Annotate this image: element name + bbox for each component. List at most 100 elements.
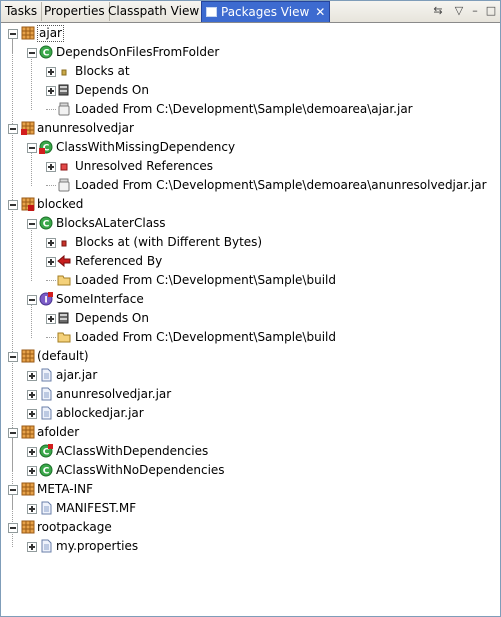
tab-properties[interactable]: Properties xyxy=(40,2,110,21)
expand-toggle-icon[interactable] xyxy=(46,86,56,96)
error-dot-icon xyxy=(57,159,71,173)
tree-row[interactable]: anunresolvedjar.jar xyxy=(1,385,500,404)
expand-toggle-icon[interactable] xyxy=(46,238,56,248)
tree-row[interactable]: Depends On xyxy=(1,81,500,100)
file-icon xyxy=(39,368,53,382)
tree-item-label: ajar xyxy=(37,25,64,42)
tree-row[interactable]: (default) xyxy=(1,347,500,366)
tree-item-label: Loaded From C:\Development\Sample\demoar… xyxy=(75,178,487,192)
collapse-toggle-icon[interactable] xyxy=(8,124,18,134)
expand-toggle-icon[interactable] xyxy=(46,314,56,324)
tree-item-label: ClassWithMissingDependency xyxy=(56,140,236,154)
tree-row[interactable]: C BlocksALaterClass xyxy=(1,214,500,233)
tree-row[interactable]: ablockedjar.jar xyxy=(1,404,500,423)
collapse-toggle-icon[interactable] xyxy=(8,523,18,533)
tree-row[interactable]: MANIFEST.MF xyxy=(1,499,500,518)
tree-row[interactable]: Loaded From C:\Development\Sample\build xyxy=(1,328,500,347)
tree-row[interactable]: Unresolved References xyxy=(1,157,500,176)
collapse-toggle-icon[interactable] xyxy=(27,143,37,153)
tree-row[interactable]: anunresolvedjar xyxy=(1,119,500,138)
tree-row[interactable]: Loaded From C:\Development\Sample\demoar… xyxy=(1,176,500,195)
expand-toggle-icon[interactable] xyxy=(27,447,37,457)
tree-row[interactable]: Loaded From C:\Development\Sample\build xyxy=(1,271,500,290)
package-icon xyxy=(21,26,35,40)
folder-icon xyxy=(57,330,71,344)
red-arrow-icon xyxy=(57,254,71,268)
tree-row[interactable]: blocked xyxy=(1,195,500,214)
tree-row[interactable]: Blocks at (with Different Bytes) xyxy=(1,233,500,252)
jar-icon xyxy=(57,102,71,116)
expand-toggle-icon[interactable] xyxy=(27,466,37,476)
tree-row[interactable]: afolder xyxy=(1,423,500,442)
minimize-icon[interactable]: – xyxy=(467,3,483,19)
class-warn-icon: C xyxy=(39,444,53,458)
folder-icon xyxy=(57,273,71,287)
expand-toggle-icon[interactable] xyxy=(27,371,37,381)
tree-connector-line xyxy=(46,109,56,110)
collapse-toggle-icon[interactable] xyxy=(27,219,37,229)
expand-toggle-icon[interactable] xyxy=(27,390,37,400)
tree-connector-line xyxy=(46,280,56,281)
tree-row[interactable]: ajar xyxy=(1,24,500,43)
view-menu-icon[interactable]: ▽ xyxy=(451,3,467,19)
tree-row[interactable]: C ClassWithMissingDependency xyxy=(1,138,500,157)
expand-toggle-icon[interactable] xyxy=(46,257,56,267)
package-icon xyxy=(21,482,35,496)
tab-packages-view[interactable]: Packages View ✕ xyxy=(201,1,331,23)
tree-row[interactable]: my.properties xyxy=(1,537,500,556)
collapse-toggle-icon[interactable] xyxy=(27,295,37,305)
svg-text:C: C xyxy=(43,49,50,59)
red-dot-icon xyxy=(57,235,71,249)
tree-item-label: Loaded From C:\Development\Sample\build xyxy=(75,273,336,287)
file-icon xyxy=(39,501,53,515)
tab-classpath-view[interactable]: Classpath View xyxy=(104,2,205,21)
expand-toggle-icon[interactable] xyxy=(46,67,56,77)
tree-row[interactable]: C AClassWithDependencies xyxy=(1,442,500,461)
tree-row[interactable]: Depends On xyxy=(1,309,500,328)
expand-toggle-icon[interactable] xyxy=(27,504,37,514)
collapse-toggle-icon[interactable] xyxy=(8,485,18,495)
svg-text:C: C xyxy=(43,220,50,230)
tree-row[interactable]: Blocks at xyxy=(1,62,500,81)
collapse-toggle-icon[interactable] xyxy=(8,428,18,438)
class-error-icon: C xyxy=(39,140,53,154)
tree-row[interactable]: I SomeInterface xyxy=(1,290,500,309)
svg-text:C: C xyxy=(43,467,50,477)
maximize-icon[interactable]: □ xyxy=(483,3,499,19)
tree-item-label: SomeInterface xyxy=(56,292,144,306)
sync-icon[interactable]: ⇆ xyxy=(430,3,446,19)
tree-connector-line xyxy=(46,337,56,338)
tree-item-label: AClassWithDependencies xyxy=(56,444,209,458)
tree-row[interactable]: META-INF xyxy=(1,480,500,499)
tree-item-label: Blocks at (with Different Bytes) xyxy=(75,235,263,249)
file-icon xyxy=(39,539,53,553)
tree-item-label: afolder xyxy=(37,425,80,439)
tree-row[interactable]: ajar.jar xyxy=(1,366,500,385)
tree-item-label: rootpackage xyxy=(37,520,112,534)
expand-toggle-icon[interactable] xyxy=(46,162,56,172)
tree-row[interactable]: C DependsOnFilesFromFolder xyxy=(1,43,500,62)
tree-item-label: ajar.jar xyxy=(56,368,98,382)
tree-row[interactable]: rootpackage xyxy=(1,518,500,537)
tab-tasks[interactable]: Tasks xyxy=(1,2,43,21)
tree-row[interactable]: Referenced By xyxy=(1,252,500,271)
collapse-toggle-icon[interactable] xyxy=(8,200,18,210)
tree-item-label: META-INF xyxy=(37,482,94,496)
books-icon xyxy=(57,311,71,325)
tree-row[interactable]: C AClassWithNoDependencies xyxy=(1,461,500,480)
package-icon xyxy=(21,520,35,534)
view-tab-bar: Tasks Properties Classpath View Packages… xyxy=(1,1,500,23)
tree-row[interactable]: Loaded From C:\Development\Sample\demoar… xyxy=(1,100,500,119)
expand-toggle-icon[interactable] xyxy=(27,409,37,419)
collapse-toggle-icon[interactable] xyxy=(27,48,37,58)
collapse-toggle-icon[interactable] xyxy=(8,29,18,39)
view-icon xyxy=(206,6,217,17)
class-icon: C xyxy=(39,45,53,59)
tree-item-label: Unresolved References xyxy=(75,159,213,173)
books-icon xyxy=(57,83,71,97)
collapse-toggle-icon[interactable] xyxy=(8,352,18,362)
expand-toggle-icon[interactable] xyxy=(27,542,37,552)
close-icon[interactable]: ✕ xyxy=(315,2,325,23)
interface-icon: I xyxy=(39,292,53,306)
svg-text:I: I xyxy=(44,296,47,306)
